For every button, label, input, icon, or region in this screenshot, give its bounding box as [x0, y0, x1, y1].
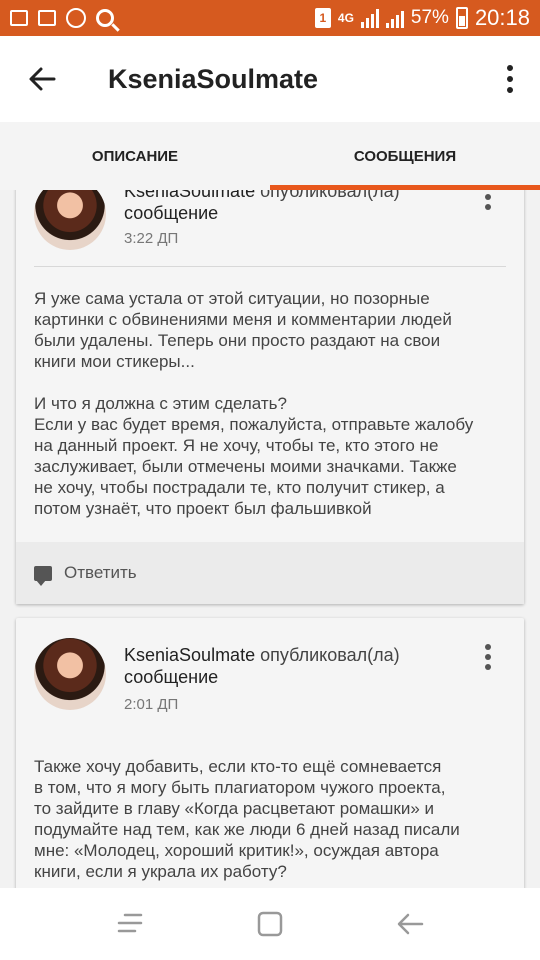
signal-icon-2: [385, 8, 404, 28]
author-name[interactable]: KseniaSoulmate: [124, 645, 255, 665]
search-icon: [96, 9, 114, 27]
clock: 20:18: [474, 5, 530, 30]
back-nav-button[interactable]: [388, 902, 432, 946]
reply-button[interactable]: Ответить: [16, 542, 524, 604]
dot-icon: [485, 654, 491, 660]
divider: [34, 266, 506, 267]
recents-button[interactable]: [108, 902, 152, 946]
network-label: 4G: [337, 11, 354, 25]
dot-icon: [485, 644, 491, 650]
post-time: 2:01 ДП: [124, 696, 179, 713]
tab-messages[interactable]: СООБЩЕНИЯ: [270, 122, 540, 190]
chrome-icon: [66, 8, 86, 28]
page-title: KseniaSoulmate: [108, 63, 319, 94]
post-time: 3:22 ДП: [124, 230, 179, 247]
arrow-left-icon: [29, 67, 56, 91]
tab-description[interactable]: ОПИСАНИЕ: [0, 122, 270, 190]
overflow-menu-button[interactable]: [480, 36, 540, 122]
signal-icon: [360, 8, 379, 28]
dot-icon: [507, 87, 513, 93]
avatar[interactable]: [34, 190, 106, 250]
post-object: сообщение: [124, 203, 219, 223]
dot-icon: [507, 76, 513, 82]
post-message: Я уже сама устала от этой ситуации, но п…: [34, 289, 474, 518]
avatar[interactable]: [34, 638, 106, 710]
battery-icon: [455, 7, 468, 29]
post-message: Также хочу добавить, если кто-то ещё сом…: [34, 757, 460, 881]
post-header: KseniaSoulmate опубликовал(ла) сообщение: [124, 644, 404, 688]
home-icon: [257, 911, 283, 937]
image-icon: [38, 10, 56, 26]
author-name[interactable]: KseniaSoulmate: [124, 190, 255, 201]
system-nav-bar: [0, 888, 540, 960]
post-menu-button[interactable]: [484, 644, 492, 670]
tab-bar: ОПИСАНИЕ СООБЩЕНИЯ: [0, 122, 540, 190]
post-action: опубликовал(ла): [260, 645, 400, 665]
dot-icon: [507, 65, 513, 71]
post-object: сообщение: [124, 667, 219, 687]
status-right: 1 4G 57% 20:18: [314, 5, 530, 31]
dot-icon: [485, 664, 491, 670]
email-icon: [10, 10, 28, 26]
post-card: KseniaSoulmate опубликовал(ла) сообщение…: [16, 618, 524, 888]
home-button[interactable]: [248, 902, 292, 946]
sim-icon: 1: [314, 8, 331, 28]
post-card: KseniaSoulmate опубликовал(ла) сообщение…: [16, 190, 524, 604]
back-button[interactable]: [0, 36, 84, 122]
chat-icon: [34, 565, 52, 586]
back-icon: [397, 913, 424, 935]
post-action: опубликовал(ла): [260, 190, 400, 201]
recents-icon: [117, 913, 143, 933]
status-left: [10, 8, 114, 28]
post-menu-button[interactable]: [484, 190, 492, 210]
battery-percent: 57%: [410, 7, 449, 28]
dot-icon: [485, 204, 491, 210]
messages-list[interactable]: KseniaSoulmate опубликовал(ла) сообщение…: [0, 190, 540, 888]
reply-label: Ответить: [64, 563, 137, 582]
app-bar: KseniaSoulmate: [0, 36, 540, 122]
post-header: KseniaSoulmate опубликовал(ла) сообщение: [124, 190, 404, 224]
status-bar: 1 4G 57% 20:18: [0, 0, 540, 36]
dot-icon: [485, 194, 491, 200]
